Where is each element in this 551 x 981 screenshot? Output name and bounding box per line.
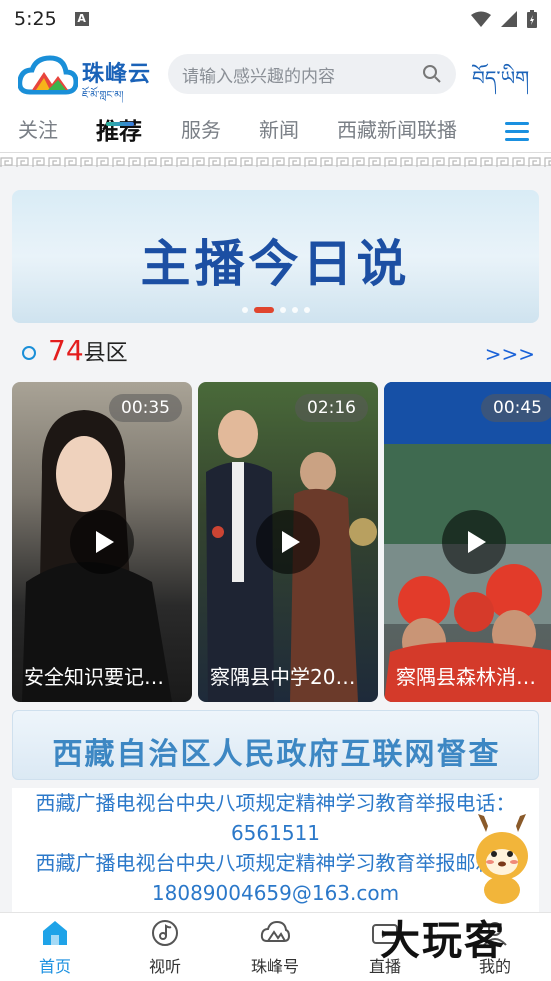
watermark: 大玩客 bbox=[380, 918, 506, 964]
fret-pattern-icon bbox=[0, 156, 551, 168]
county-section-header: 74县区 >>> bbox=[12, 334, 539, 372]
app-name-tibetan: ཇོ་མོ་གླང་མ། bbox=[82, 90, 124, 101]
carousel-dots bbox=[12, 307, 539, 313]
video-title: 察隅县中学20… bbox=[210, 665, 356, 689]
county-count: 74 bbox=[48, 334, 84, 367]
report-email-label: 西藏广播电视台中央八项规定精神学习教育举报邮箱： bbox=[35, 851, 516, 875]
report-phone-label: 西藏广播电视台中央八项规定精神学习教育举报电话： bbox=[35, 791, 516, 815]
status-bar: 5:25 A bbox=[0, 0, 551, 38]
app-logo: 珠峰云 ཇོ་མོ་གླང་མ། bbox=[18, 50, 158, 101]
tab-follow[interactable]: 关注 bbox=[18, 114, 58, 143]
notification-icon: A bbox=[74, 12, 89, 26]
supervision-title: 西藏自治区人民政府互联网督查 bbox=[52, 737, 501, 772]
video-duration: 00:45 bbox=[481, 394, 551, 422]
tibetan-language-button[interactable]: བོད་ཡིག bbox=[472, 56, 529, 112]
video-play-icon bbox=[152, 920, 178, 946]
carousel-dot bbox=[279, 307, 286, 313]
banner-title: 主播今日说 bbox=[140, 235, 411, 293]
home-icon bbox=[43, 921, 67, 945]
active-tab-indicator bbox=[106, 122, 134, 126]
nav-home[interactable]: 首页 bbox=[15, 919, 95, 977]
tab-tibet-news-broadcast[interactable]: 西藏新闻联播 bbox=[337, 114, 457, 143]
search-input[interactable]: 请输入感兴趣的内容 bbox=[168, 54, 456, 94]
report-phone[interactable]: 6561511 bbox=[12, 818, 539, 848]
supervision-banner[interactable]: 西藏自治区人民政府互联网督查 bbox=[12, 710, 539, 780]
video-title: 安全知识要记… bbox=[24, 665, 164, 689]
tab-news[interactable]: 新闻 bbox=[259, 114, 299, 143]
status-icons bbox=[471, 10, 537, 28]
video-card[interactable]: 00:45 察隅县森林消… bbox=[384, 382, 551, 702]
video-list: 00:35 安全知识要记… 02:16 察隅县中学20… 00:45 察隅县森林… bbox=[12, 382, 551, 702]
county-title: 74县区 bbox=[48, 334, 128, 367]
decorative-border bbox=[0, 152, 551, 168]
nav-watch-label: 视听 bbox=[148, 957, 181, 976]
more-link[interactable]: >>> bbox=[485, 342, 535, 366]
report-info: 西藏广播电视台中央八项规定精神学习教育举报电话： 6561511 西藏广播电视台… bbox=[12, 788, 539, 918]
cloud-icon bbox=[260, 920, 291, 942]
video-title: 察隅县森林消… bbox=[396, 665, 536, 689]
tab-services[interactable]: 服务 bbox=[181, 114, 221, 143]
nav-home-label: 首页 bbox=[38, 957, 71, 976]
play-icon[interactable] bbox=[70, 510, 134, 574]
video-duration: 02:16 bbox=[295, 394, 368, 422]
banner-carousel[interactable]: 主播今日说 bbox=[12, 190, 539, 323]
play-icon[interactable] bbox=[256, 510, 320, 574]
video-card[interactable]: 02:16 察隅县中学20… bbox=[198, 382, 378, 702]
menu-icon[interactable] bbox=[505, 122, 529, 142]
status-time: 5:25 bbox=[14, 8, 57, 30]
app-header: 珠峰云 ཇོ་མོ་གླང་མ། 请输入感兴趣的内容 བོད་ཡིག 关注 推荐… bbox=[0, 38, 551, 158]
report-email[interactable]: 18089004659@163.com bbox=[12, 878, 539, 908]
video-duration: 00:35 bbox=[109, 394, 182, 422]
carousel-dot bbox=[303, 307, 310, 313]
carousel-dot-active bbox=[253, 307, 274, 313]
signal-icon bbox=[501, 11, 517, 27]
search-icon bbox=[423, 65, 441, 83]
channel-tabs: 关注 推荐 服务 新闻 西藏新闻联播 bbox=[0, 114, 551, 154]
carousel-dot bbox=[291, 307, 298, 313]
nav-zhufeng[interactable]: 珠峰号 bbox=[235, 919, 315, 977]
mascot-floating-icon[interactable] bbox=[466, 812, 538, 904]
battery-icon bbox=[527, 10, 537, 28]
nav-watch[interactable]: 视听 bbox=[125, 919, 205, 977]
app-screen: 5:25 A 珠峰云 ཇོ་མོ་གླང་མ། 请输入感兴趣的内容 བོད་ཡི… bbox=[0, 0, 551, 981]
search-placeholder: 请输入感兴趣的内容 bbox=[182, 66, 335, 87]
county-unit: 县区 bbox=[83, 341, 128, 366]
video-card[interactable]: 00:35 安全知识要记… bbox=[12, 382, 192, 702]
logo-cloud-icon bbox=[18, 55, 78, 95]
play-icon[interactable] bbox=[442, 510, 506, 574]
ring-icon bbox=[22, 346, 36, 360]
wifi-icon bbox=[471, 11, 491, 27]
nav-zhufeng-label: 珠峰号 bbox=[250, 957, 299, 976]
carousel-dot bbox=[241, 307, 248, 313]
tab-recommend[interactable]: 推荐 bbox=[96, 112, 142, 146]
